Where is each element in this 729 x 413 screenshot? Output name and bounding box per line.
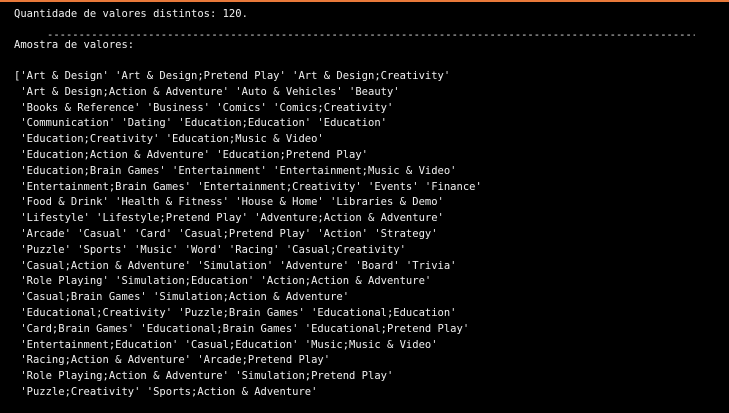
values-line: 'Role Playing' 'Simulation;Education' 'A… (14, 275, 432, 288)
values-line: 'Puzzle' 'Sports' 'Music' 'Word' 'Racing… (14, 243, 406, 256)
values-line: 'Puzzle;Creativity' 'Sports;Action & Adv… (14, 386, 318, 398)
values-line: 'Books & Reference' 'Business' 'Comics' … (14, 101, 394, 114)
separator-line (47, 28, 695, 44)
top-accent-border (0, 0, 729, 2)
values-line: 'Communication' 'Dating' 'Education;Educ… (14, 117, 387, 130)
values-line: 'Education;Creativity' 'Education;Music … (14, 133, 324, 146)
values-line: 'Racing;Action & Adventure' 'Arcade;Pret… (14, 354, 331, 367)
values-line: 'Education;Action & Adventure' 'Educatio… (14, 149, 369, 161)
values-line: 'Arcade' 'Casual' 'Card' 'Casual;Pretend… (14, 228, 438, 240)
values-line: 'Casual;Brain Games' 'Simulation;Action … (14, 291, 350, 304)
values-line: 'Educational;Creativity' 'Puzzle;Brain G… (14, 307, 457, 319)
distinct-count-line: Quantidade de valores distintos: 120. (14, 8, 248, 20)
values-line: 'Role Playing;Action & Adventure' 'Simul… (14, 370, 394, 383)
values-line: 'Casual;Action & Adventure' 'Simulation'… (14, 259, 457, 272)
values-line: ['Art & Design' 'Art & Design;Pretend Pl… (14, 70, 451, 82)
sample-header: Amostra de valores: (14, 39, 135, 51)
values-line: 'Entertainment;Brain Games' 'Entertainme… (14, 180, 482, 193)
values-line: 'Art & Design;Action & Adventure' 'Auto … (14, 85, 400, 98)
terminal-output: Quantidade de valores distintos: 120. Am… (0, 0, 729, 413)
values-line: 'Education;Brain Games' 'Entertainment' … (14, 164, 457, 177)
values-line: 'Food & Drink' 'Health & Fitness' 'House… (14, 196, 444, 209)
values-line: 'Lifestyle' 'Lifestyle;Pretend Play' 'Ad… (14, 212, 444, 225)
values-line: 'Entertainment;Education' 'Casual;Educat… (14, 338, 438, 351)
values-line: 'Card;Brain Games' 'Educational;Brain Ga… (14, 322, 470, 335)
